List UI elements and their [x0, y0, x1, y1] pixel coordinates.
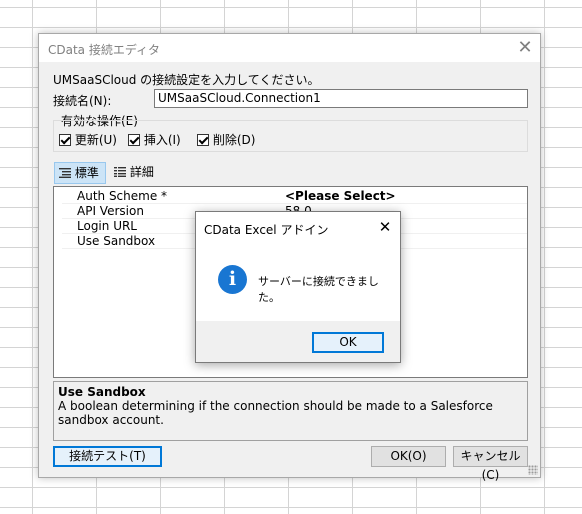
- checkbox-check-icon: [197, 134, 209, 146]
- description-title: Use Sandbox: [58, 385, 146, 399]
- dialog-titlebar: CData 接続エディタ ✕: [39, 34, 540, 62]
- operations-group: [53, 120, 528, 152]
- property-name: API Version: [77, 204, 144, 218]
- property-name: Login URL: [77, 219, 137, 233]
- message-box: CData Excel アドイン ✕ i サーバーに接続できました。 OK: [195, 211, 401, 363]
- checkbox-check-icon: [59, 134, 71, 146]
- property-description: Use Sandbox A boolean determining if the…: [53, 381, 528, 441]
- info-icon: i: [218, 265, 247, 294]
- insert-checkbox[interactable]: 挿入(I): [128, 131, 181, 148]
- update-checkbox[interactable]: 更新(U): [59, 131, 117, 148]
- connection-name-input[interactable]: UMSaaSCloud.Connection1: [154, 89, 528, 108]
- insert-checkbox-label: 挿入(I): [143, 133, 181, 147]
- message-box-body: i サーバーに接続できました。: [196, 242, 400, 321]
- property-name: Use Sandbox: [77, 234, 156, 248]
- property-value[interactable]: <Please Select>: [285, 189, 396, 203]
- property-name: Auth Scheme *: [77, 189, 168, 203]
- checkbox-check-icon: [128, 134, 140, 146]
- update-checkbox-label: 更新(U): [74, 133, 117, 147]
- close-icon[interactable]: ✕: [510, 34, 540, 62]
- message-box-close-icon[interactable]: ✕: [370, 212, 400, 242]
- tab-standard-label: 標準: [74, 166, 99, 180]
- tab-advanced[interactable]: 詳細: [110, 162, 166, 184]
- delete-checkbox-label: 削除(D): [212, 133, 256, 147]
- property-row-auth-scheme[interactable]: Auth Scheme * <Please Select>: [54, 189, 527, 204]
- tab-standard[interactable]: 標準: [54, 162, 106, 184]
- message-text: サーバーに接続できました。: [258, 275, 379, 304]
- test-connection-button[interactable]: 接続テスト(T): [53, 446, 162, 467]
- delete-checkbox[interactable]: 削除(D): [197, 131, 255, 148]
- instruction-text: UMSaaSCloud の接続設定を入力してください。: [53, 73, 320, 87]
- ok-button[interactable]: OK(O): [371, 446, 446, 467]
- description-text: A boolean determining if the connection …: [58, 399, 493, 427]
- message-box-title: CData Excel アドイン: [204, 223, 329, 237]
- tab-advanced-label: 詳細: [129, 165, 154, 179]
- message-box-titlebar: CData Excel アドイン ✕: [196, 212, 400, 242]
- message-ok-button[interactable]: OK: [312, 332, 384, 353]
- connection-name-label: 接続名(N):: [53, 94, 112, 108]
- dialog-title: CData 接続エディタ: [48, 43, 161, 57]
- cancel-button[interactable]: キャンセル(C): [453, 446, 528, 482]
- detail-list-icon: [114, 165, 130, 179]
- resize-grip-icon[interactable]: [528, 465, 538, 475]
- list-icon: [59, 166, 75, 180]
